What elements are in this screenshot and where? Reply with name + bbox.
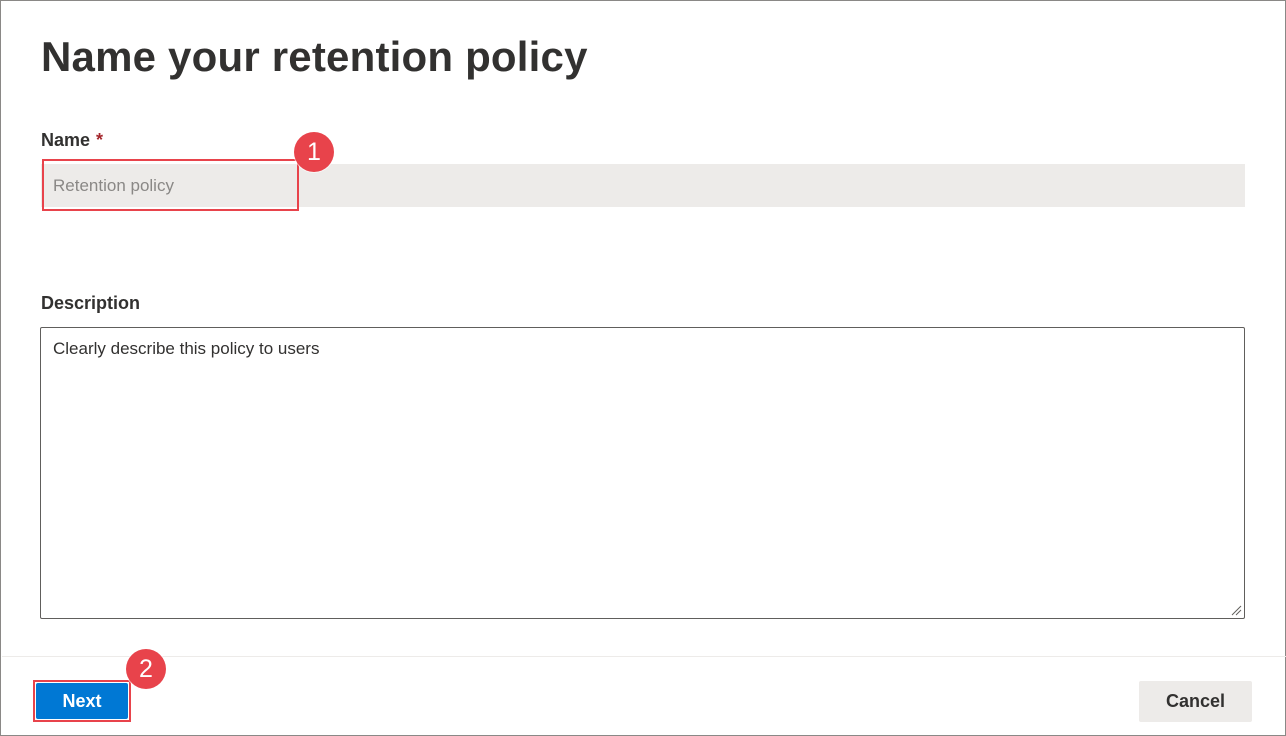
cancel-button[interactable]: Cancel: [1139, 681, 1252, 722]
footer-divider: [2, 656, 1286, 657]
resize-grip-icon[interactable]: [1231, 605, 1242, 616]
description-field-label: Description: [41, 293, 141, 313]
step-badge-2: 2: [126, 649, 166, 689]
next-button[interactable]: Next: [36, 683, 128, 719]
name-input[interactable]: [41, 164, 1245, 207]
page-title: Name your retention policy: [41, 33, 588, 80]
dialog-panel: Name your retention policy Name* 1 Descr…: [0, 0, 1286, 736]
required-marker: *: [96, 130, 104, 150]
name-label-text: Name: [41, 130, 91, 150]
name-field-label: Name *: [41, 130, 103, 151]
description-textarea[interactable]: [40, 327, 1245, 619]
step-badge-1: 1: [294, 132, 334, 172]
